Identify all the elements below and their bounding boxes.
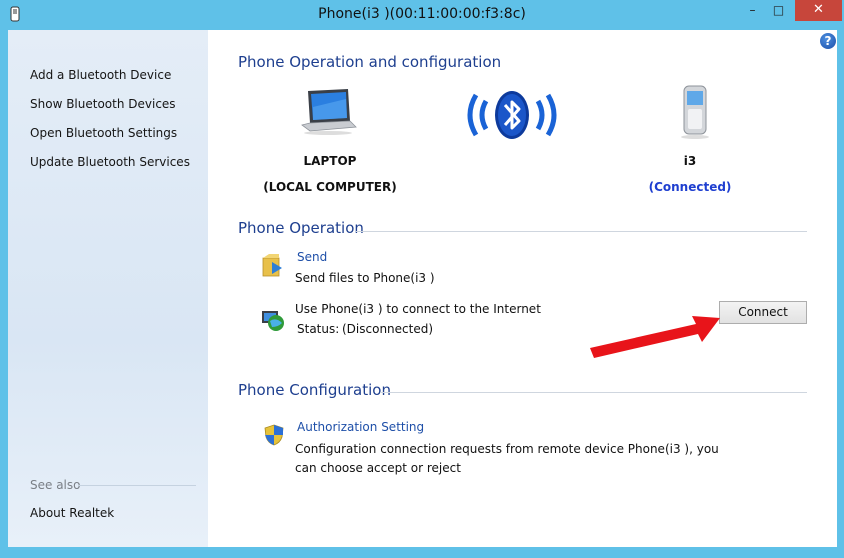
connect-button[interactable]: Connect xyxy=(719,301,807,324)
help-icon[interactable]: ? xyxy=(820,33,836,49)
see-also-divider xyxy=(78,485,196,486)
shield-icon xyxy=(264,424,284,446)
about-realtek-link[interactable]: About Realtek xyxy=(30,506,114,520)
network-globe-icon xyxy=(262,311,284,331)
window-bottom-border xyxy=(0,547,844,558)
configuration-divider xyxy=(380,392,807,393)
main-panel: ? Phone Operation and configuration LAPT… xyxy=(208,30,837,547)
close-button[interactable]: ✕ xyxy=(795,0,842,21)
operation-divider xyxy=(356,231,807,232)
annotation-arrow-icon xyxy=(590,316,720,358)
send-link[interactable]: Send xyxy=(297,250,327,264)
minimize-icon: – xyxy=(749,3,756,17)
local-device-subtitle: (LOCAL COMPUTER) xyxy=(263,180,397,194)
sidebar-item-update-services[interactable]: Update Bluetooth Services xyxy=(30,155,190,169)
close-icon: ✕ xyxy=(813,2,824,17)
bluetooth-icon xyxy=(467,91,557,139)
internet-status-value: (Disconnected) xyxy=(342,322,434,336)
laptop-icon xyxy=(301,89,357,135)
sidebar-item-add-device[interactable]: Add a Bluetooth Device xyxy=(30,68,171,82)
operation-section-title: Phone Operation xyxy=(238,219,364,237)
client-area: Add a Bluetooth Device Show Bluetooth De… xyxy=(8,30,837,547)
sidebar-item-open-settings[interactable]: Open Bluetooth Settings xyxy=(30,126,177,140)
maximize-button[interactable]: □ xyxy=(766,0,791,21)
internet-status-label: Status: xyxy=(297,322,340,336)
app-window: Phone(i3 )(00:11:00:00:f3:8c) – □ ✕ Add … xyxy=(0,0,844,558)
send-description: Send files to Phone(i3 ) xyxy=(295,271,435,285)
maximize-icon: □ xyxy=(772,3,785,17)
overview-title: Phone Operation and configuration xyxy=(238,53,502,71)
sidebar: Add a Bluetooth Device Show Bluetooth De… xyxy=(8,30,208,547)
folder-send-icon xyxy=(262,254,282,277)
authorization-setting-link[interactable]: Authorization Setting xyxy=(297,420,424,434)
local-device-name: LAPTOP xyxy=(303,154,357,168)
authorization-description-line2: can choose accept or reject xyxy=(295,461,461,475)
title-bar[interactable]: Phone(i3 )(00:11:00:00:f3:8c) – □ ✕ xyxy=(0,0,844,30)
configuration-section-title: Phone Configuration xyxy=(238,381,391,399)
remote-device-status: (Connected) xyxy=(648,180,732,194)
minimize-button[interactable]: – xyxy=(740,0,765,21)
remote-device-name: i3 xyxy=(683,154,697,168)
internet-description: Use Phone(i3 ) to connect to the Interne… xyxy=(295,302,541,316)
sidebar-item-show-devices[interactable]: Show Bluetooth Devices xyxy=(30,97,176,111)
window-title: Phone(i3 )(00:11:00:00:f3:8c) xyxy=(318,6,526,22)
phone-icon xyxy=(681,85,709,139)
see-also-heading: See also xyxy=(30,478,81,492)
authorization-description-line1: Configuration connection requests from r… xyxy=(295,442,719,456)
